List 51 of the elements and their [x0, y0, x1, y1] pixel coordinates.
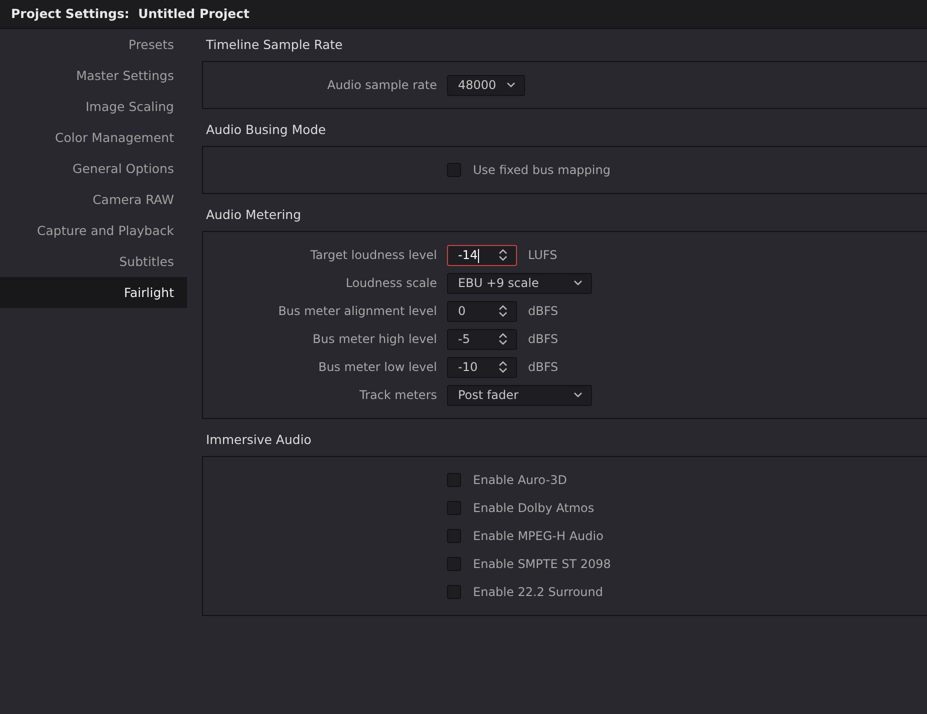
sidebar-item[interactable]: Camera RAW [0, 184, 187, 215]
checkbox-label: Use fixed bus mapping [473, 162, 610, 179]
chevron-down-icon [573, 391, 583, 399]
sidebar-item[interactable]: Presets [0, 29, 187, 60]
dropdown[interactable]: EBU +9 scale [447, 272, 592, 294]
section-title: Timeline Sample Rate [205, 36, 344, 54]
checkbox[interactable] [447, 501, 461, 515]
up-down-arrows-icon [498, 361, 508, 373]
number-field[interactable]: -14 [447, 244, 517, 266]
checkbox[interactable] [447, 585, 461, 599]
sidebar-item[interactable]: Master Settings [0, 60, 187, 91]
field-label: Bus meter alignment level [277, 303, 438, 320]
window-title: Project Settings: Untitled Project [11, 4, 250, 23]
section-title: Immersive Audio [205, 431, 312, 449]
checkbox[interactable] [447, 557, 461, 571]
checkbox-label: Enable 22.2 Surround [473, 584, 604, 601]
chevron-down-icon [573, 279, 583, 287]
field-label: Bus meter high level [312, 331, 438, 348]
checkbox-label: Enable Auro-3D [473, 472, 567, 489]
up-down-arrows-icon [498, 305, 508, 317]
sidebar-item[interactable]: Subtitles [0, 246, 187, 277]
field-label: Loudness scale [344, 275, 438, 292]
checkbox[interactable] [447, 473, 461, 487]
checkbox[interactable] [447, 163, 461, 177]
dropdown[interactable]: Post fader [447, 384, 592, 406]
number-field[interactable]: -10 [447, 356, 517, 378]
unit-label: dBFS [528, 303, 558, 320]
field-label: Target loudness level [309, 247, 438, 264]
sidebar-item[interactable]: General Options [0, 153, 187, 184]
number-field[interactable]: -5 [447, 328, 517, 350]
sidebar-item[interactable]: Color Management [0, 122, 187, 153]
unit-label: LUFS [528, 247, 558, 264]
section-title: Audio Busing Mode [205, 121, 327, 139]
checkbox-label: Enable SMPTE ST 2098 [473, 556, 611, 573]
sidebar-item[interactable]: Image Scaling [0, 91, 187, 122]
checkbox-label: Enable MPEG-H Audio [473, 528, 604, 545]
dropdown[interactable]: 48000 [447, 74, 525, 96]
sidebar-item[interactable]: Fairlight [0, 277, 187, 308]
unit-label: dBFS [528, 359, 558, 376]
unit-label: dBFS [528, 331, 558, 348]
field-label: Bus meter low level [317, 359, 438, 376]
sidebar-item[interactable]: Capture and Playback [0, 215, 187, 246]
section-title: Audio Metering [205, 206, 302, 224]
up-down-arrows-icon [498, 333, 508, 345]
chevron-down-icon [506, 81, 516, 89]
number-field[interactable]: 0 [447, 300, 517, 322]
checkbox[interactable] [447, 529, 461, 543]
field-label: Audio sample rate [326, 77, 438, 94]
up-down-arrows-icon [498, 249, 508, 261]
checkbox-label: Enable Dolby Atmos [473, 500, 594, 517]
field-label: Track meters [358, 387, 438, 404]
